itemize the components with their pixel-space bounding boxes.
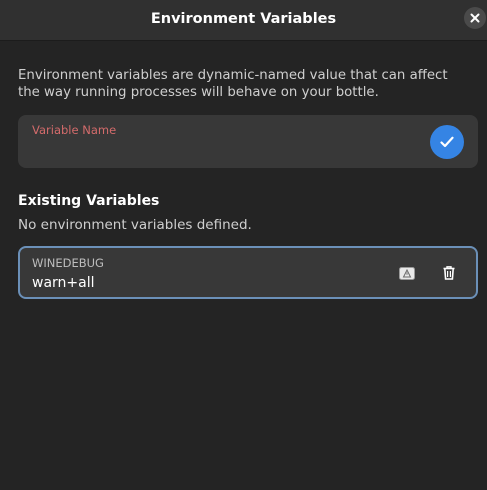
header-bar: Environment Variables bbox=[0, 0, 487, 41]
trash-icon bbox=[443, 266, 455, 280]
close-icon bbox=[470, 13, 480, 23]
checkmark-icon bbox=[440, 136, 454, 148]
warning-icon bbox=[399, 267, 415, 280]
confirm-add-button[interactable] bbox=[430, 125, 464, 159]
variable-row[interactable]: WINEDEBUG warn+all bbox=[18, 246, 478, 299]
variable-row-name: WINEDEBUG bbox=[32, 256, 104, 270]
variable-name-label: Variable Name bbox=[32, 123, 117, 137]
close-button[interactable] bbox=[464, 7, 486, 29]
description-text: Environment variables are dynamic-named … bbox=[18, 68, 448, 100]
variable-row-value[interactable]: warn+all bbox=[32, 275, 95, 291]
existing-variables-heading: Existing Variables bbox=[18, 193, 160, 209]
variable-name-entry[interactable]: Variable Name bbox=[18, 115, 478, 168]
environment-variables-dialog: Environment Variables Environment variab… bbox=[0, 0, 487, 490]
dialog-title: Environment Variables bbox=[150, 11, 337, 27]
delete-variable-button[interactable] bbox=[440, 264, 458, 282]
empty-variables-message: No environment variables defined. bbox=[18, 217, 252, 233]
